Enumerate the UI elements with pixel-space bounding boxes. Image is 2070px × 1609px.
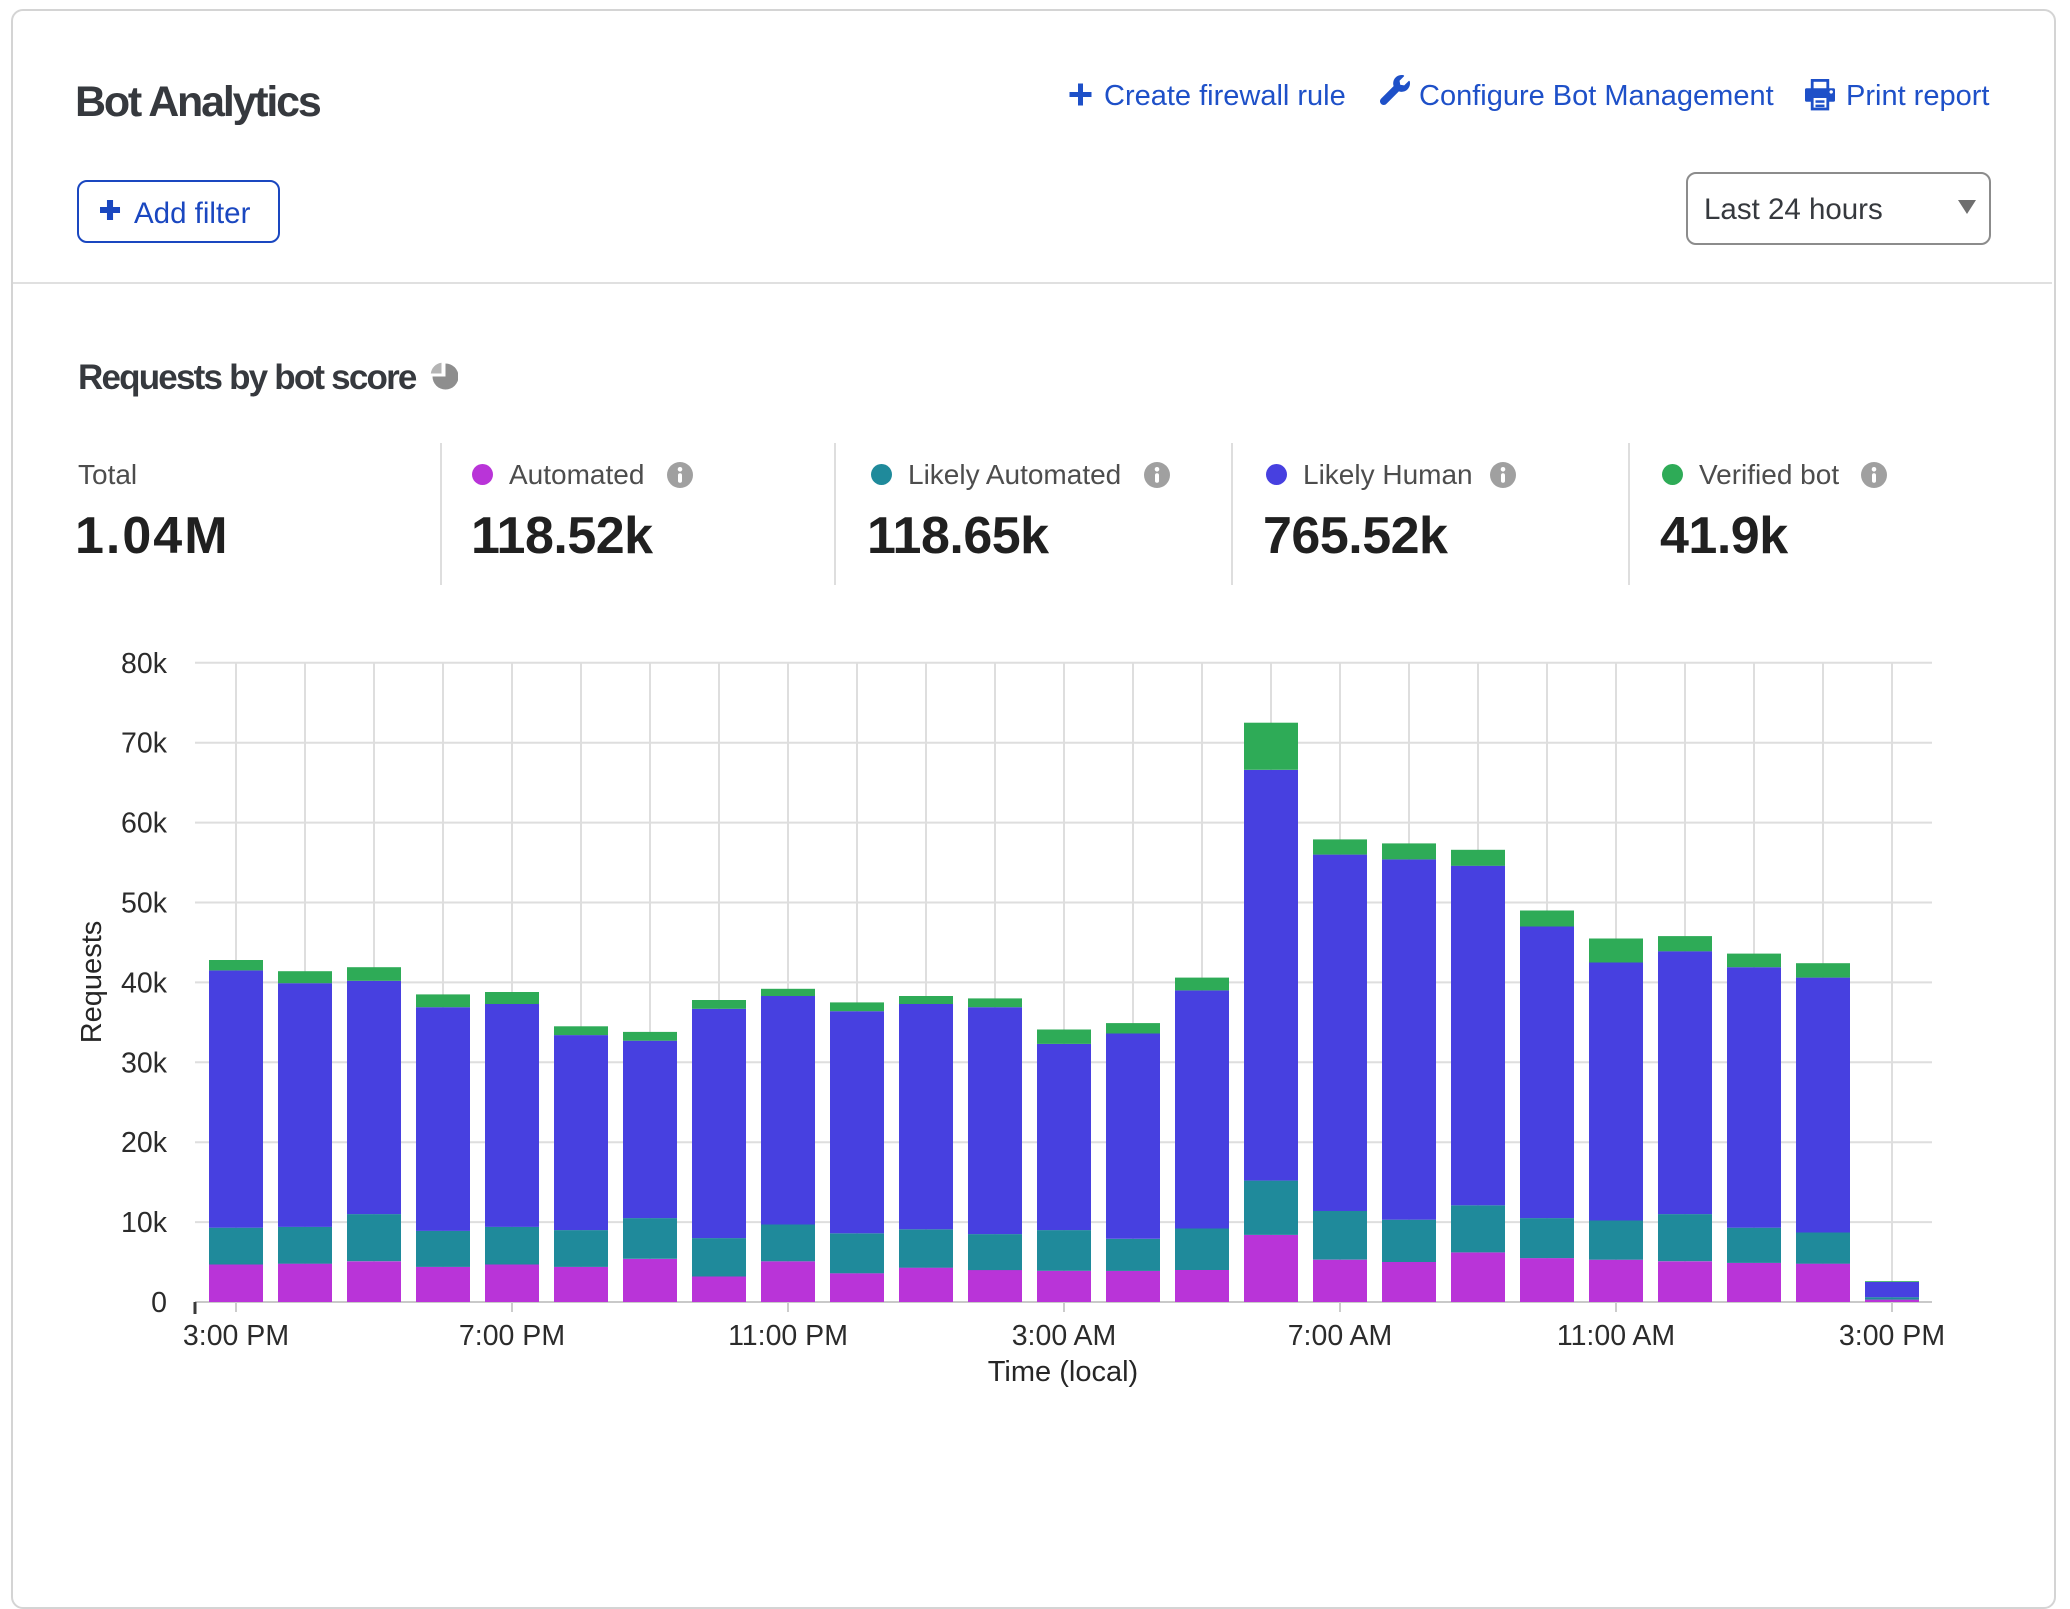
svg-text:Time (local): Time (local): [988, 1356, 1138, 1388]
svg-text:11:00 PM: 11:00 PM: [728, 1320, 848, 1352]
svg-text:10k: 10k: [121, 1207, 168, 1239]
svg-text:3:00 PM: 3:00 PM: [1839, 1320, 1945, 1352]
svg-text:80k: 80k: [121, 648, 168, 680]
svg-text:3:00 AM: 3:00 AM: [1012, 1320, 1117, 1352]
svg-text:20k: 20k: [121, 1127, 168, 1159]
svg-text:7:00 PM: 7:00 PM: [459, 1320, 565, 1352]
svg-text:0: 0: [151, 1287, 167, 1319]
svg-text:Requests: Requests: [76, 921, 108, 1044]
svg-text:70k: 70k: [121, 728, 168, 760]
svg-text:40k: 40k: [121, 967, 168, 999]
svg-text:50k: 50k: [121, 888, 168, 920]
svg-text:60k: 60k: [121, 808, 168, 840]
svg-text:11:00 AM: 11:00 AM: [1557, 1320, 1675, 1352]
svg-text:7:00 AM: 7:00 AM: [1288, 1320, 1393, 1352]
svg-text:30k: 30k: [121, 1047, 168, 1079]
svg-text:3:00 PM: 3:00 PM: [183, 1320, 289, 1352]
